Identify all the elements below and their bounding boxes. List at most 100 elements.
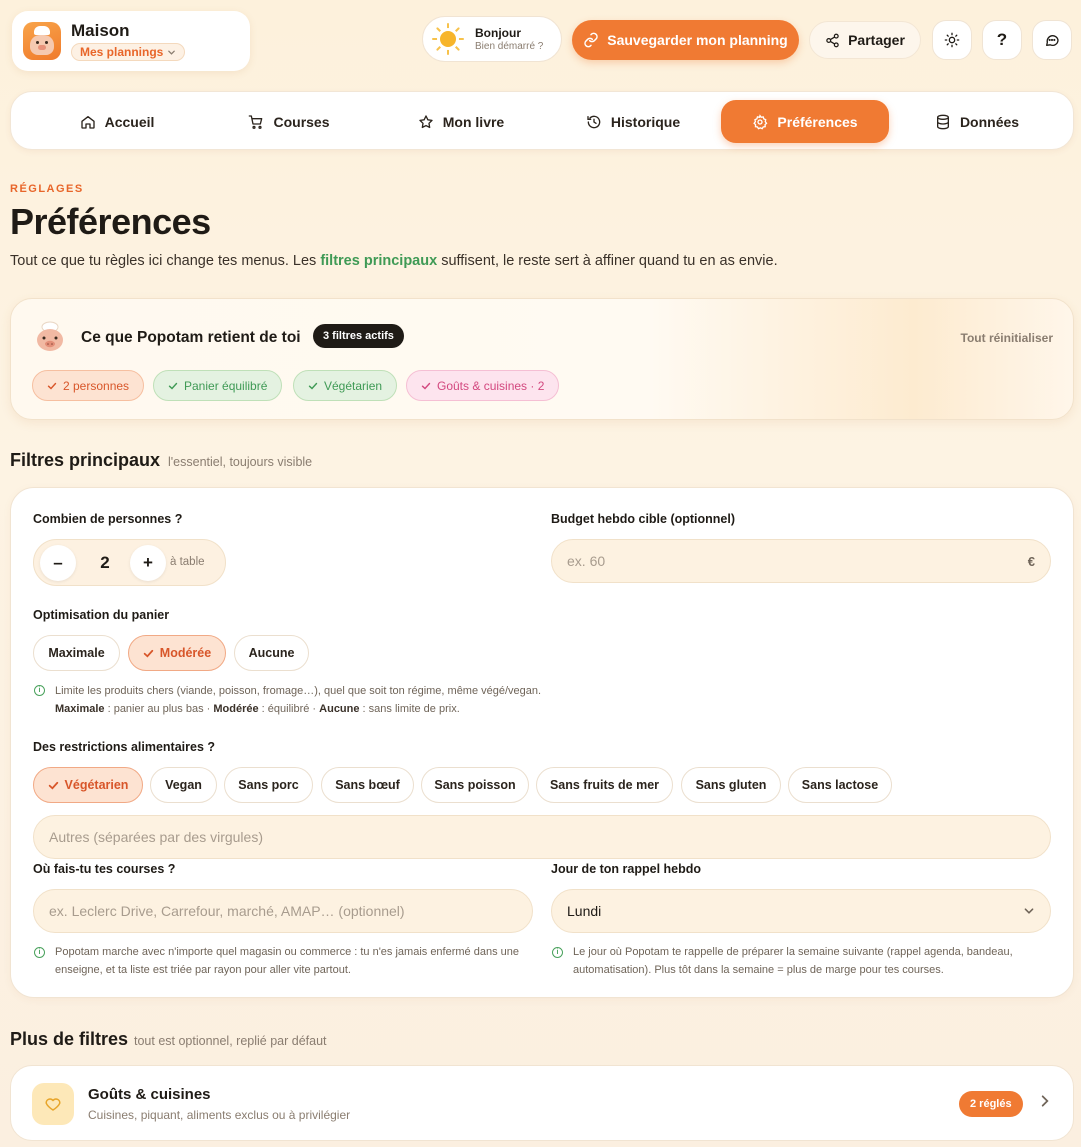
check-icon xyxy=(47,382,57,389)
diet-other-field[interactable] xyxy=(33,815,1051,859)
diet-option-sans-lactose[interactable]: Sans lactose xyxy=(788,767,892,803)
star-icon xyxy=(419,114,433,128)
settings-count-badge: 2 réglés xyxy=(959,1091,1023,1117)
save-planning-button[interactable]: Sauvegarder mon planning xyxy=(572,20,799,60)
budget-field[interactable]: € xyxy=(551,539,1051,583)
store-field[interactable] xyxy=(33,889,533,933)
diet-option-label: Sans poisson xyxy=(434,778,516,792)
nav-label: Préférences xyxy=(777,113,858,130)
people-label: Combien de personnes ? xyxy=(33,512,183,526)
diet-option-vegetarien[interactable]: Végétarien xyxy=(33,767,143,803)
diet-option-label: Sans bœuf xyxy=(335,778,400,792)
diet-other-input[interactable] xyxy=(49,829,1035,845)
diet-option-label: Végétarien xyxy=(64,778,129,792)
basket-option-aucune[interactable]: Aucune xyxy=(234,635,309,671)
basket-hint-line: Maximale : panier au plus bas · Modérée … xyxy=(55,703,460,715)
basket-hint-line: Limite les produits chers (viande, poiss… xyxy=(55,685,542,697)
sun-icon xyxy=(944,32,960,48)
history-icon xyxy=(587,115,601,128)
summary-chip[interactable]: Panier équilibré xyxy=(153,370,283,401)
basket-label: Optimisation du panier xyxy=(33,608,170,622)
reminder-day-select[interactable]: Lundi xyxy=(551,889,1051,933)
diet-option-sans-poisson[interactable]: Sans poisson xyxy=(421,767,529,803)
summary-chip[interactable]: Goûts & cuisines · 2 xyxy=(406,370,560,401)
greeting-subtitle: Bien démarré ? xyxy=(475,41,544,52)
reset-all-link[interactable]: Tout réinitialiser xyxy=(961,331,1053,345)
decrement-button[interactable]: – xyxy=(40,545,76,581)
basket-option-label: Aucune xyxy=(248,646,295,660)
brand-card[interactable]: Maison Mes plannings xyxy=(12,11,250,71)
theme-toggle-button[interactable] xyxy=(932,20,972,60)
chat-button[interactable] xyxy=(1032,20,1072,60)
reminder-hint: Le jour où Popotam te rappelle de prépar… xyxy=(573,946,1013,976)
cart-icon xyxy=(249,114,263,129)
summary-chip-label: Végétarien xyxy=(324,378,383,393)
nav-item-donnees[interactable]: Données xyxy=(893,100,1061,143)
section-subtitle: tout est optionnel, replié par défaut xyxy=(134,1034,327,1048)
section-title: Filtres principaux xyxy=(10,450,161,470)
tastes-cuisines-row[interactable]: Goûts & cuisines Cuisines, piquant, alim… xyxy=(10,1065,1074,1141)
link-icon xyxy=(584,32,598,48)
people-count: 2 xyxy=(100,553,110,572)
reminder-day-value: Lundi xyxy=(567,903,602,919)
chat-icon xyxy=(1046,35,1059,46)
check-icon xyxy=(421,382,431,389)
summary-chip[interactable]: 2 personnes xyxy=(32,370,145,401)
diet-option-label: Sans porc xyxy=(238,778,299,792)
basket-option-label: Maximale xyxy=(48,646,105,660)
basket-option-maximale[interactable]: Maximale xyxy=(33,635,120,671)
intro-highlight: filtres principaux xyxy=(320,253,438,269)
help-button[interactable]: ? xyxy=(982,20,1022,60)
currency-symbol: € xyxy=(1027,553,1035,569)
page-intro: Tout ce que tu règles ici change tes men… xyxy=(10,253,778,269)
diet-option-sans-boeuf[interactable]: Sans bœuf xyxy=(321,767,414,803)
intro-text: suffisent, le reste sert à affiner quand… xyxy=(437,253,778,269)
store-input[interactable] xyxy=(49,903,517,919)
nav-item-mon-livre[interactable]: Mon livre xyxy=(377,100,545,143)
diet-option-sans-porc[interactable]: Sans porc xyxy=(224,767,313,803)
people-stepper: – 2 + à table xyxy=(33,539,226,586)
summary-chip-label: Goûts & cuisines · 2 xyxy=(437,378,545,393)
intro-text: Tout ce que tu règles ici change tes men… xyxy=(10,253,321,269)
nav-label: Accueil xyxy=(104,113,155,130)
budget-input[interactable] xyxy=(567,553,1028,569)
people-unit: à table xyxy=(170,556,205,568)
planning-switcher[interactable]: Mes plannings xyxy=(71,43,186,61)
diet-option-sans-fruits-de-mer[interactable]: Sans fruits de mer xyxy=(536,767,673,803)
nav-label: Historique xyxy=(610,113,681,130)
nav-item-historique[interactable]: Historique xyxy=(549,100,717,143)
store-hint: Popotam marche avec n'importe quel magas… xyxy=(55,946,519,976)
diet-label: Des restrictions alimentaires ? xyxy=(33,740,216,754)
tastes-title: Goûts & cuisines xyxy=(88,1086,211,1103)
gear-icon xyxy=(753,113,768,130)
basket-option-moderee[interactable]: Modérée xyxy=(128,635,226,671)
store-label: Où fais-tu tes courses ? xyxy=(33,862,176,876)
check-icon xyxy=(143,649,154,657)
save-planning-label: Sauvegarder mon planning xyxy=(607,32,788,48)
greeting-title: Bonjour xyxy=(475,26,521,40)
nav-label: Mon livre xyxy=(442,113,505,130)
nav-label: Courses xyxy=(273,113,330,130)
increment-button[interactable]: + xyxy=(130,545,166,581)
home-icon xyxy=(80,115,95,129)
diet-option-vegan[interactable]: Vegan xyxy=(150,767,217,803)
nav-item-preferences[interactable]: Préférences xyxy=(721,100,889,143)
greeting-card: Bonjour Bien démarré ? xyxy=(422,16,562,62)
diet-option-label: Sans gluten xyxy=(695,778,767,792)
sun-icon xyxy=(432,23,464,55)
filters-summary: Ce que Popotam retient de toi 3 filtres … xyxy=(10,298,1074,420)
database-icon xyxy=(936,114,949,129)
reminder-label: Jour de ton rappel hebdo xyxy=(551,862,702,876)
tastes-subtitle: Cuisines, piquant, aliments exclus ou à … xyxy=(88,1108,351,1122)
share-button[interactable]: Partager xyxy=(809,21,921,59)
share-label: Partager xyxy=(848,32,905,48)
check-icon xyxy=(168,382,178,389)
summary-title: Ce que Popotam retient de toi xyxy=(81,329,301,346)
nav-label: Données xyxy=(959,113,1020,130)
nav-item-courses[interactable]: Courses xyxy=(205,100,373,143)
summary-chip-label: Panier équilibré xyxy=(184,378,268,393)
help-label: ? xyxy=(996,30,1008,49)
summary-chip[interactable]: Végétarien xyxy=(293,370,398,401)
nav-item-accueil[interactable]: Accueil xyxy=(33,100,201,143)
diet-option-sans-gluten[interactable]: Sans gluten xyxy=(681,767,781,803)
